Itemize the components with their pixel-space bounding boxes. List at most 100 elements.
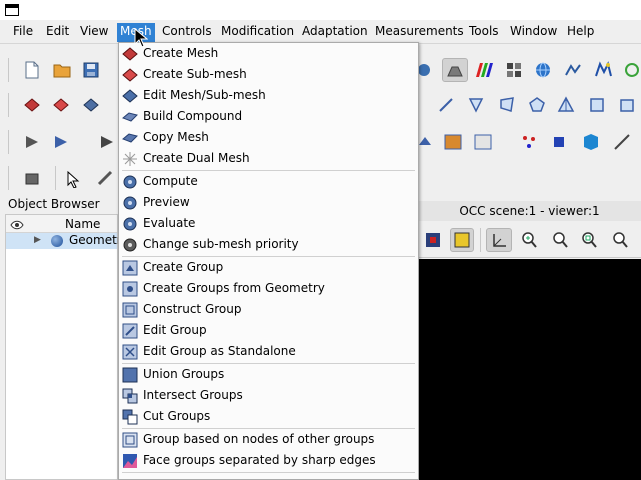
menu-item-preview[interactable]: Preview: [119, 192, 418, 213]
create-submesh-icon: [122, 67, 138, 83]
tree-row[interactable]: ▶ Geometr: [6, 233, 122, 249]
group-nodes-icon: [122, 432, 138, 448]
menu-tools[interactable]: Tools: [466, 23, 502, 42]
tree-item-label: Geometr: [69, 233, 122, 247]
new-file-icon[interactable]: [21, 59, 43, 81]
dump-view-icon[interactable]: [422, 229, 444, 251]
menu-item-build-compound[interactable]: Build Compound: [119, 106, 418, 127]
union-groups-icon: [122, 367, 138, 383]
menu-item-submesh-priority[interactable]: Change sub-mesh priority: [119, 234, 418, 255]
zoom-tool-icon[interactable]: [609, 229, 631, 251]
shaper-module-icon[interactable]: [592, 59, 614, 81]
refresh-module-icon[interactable]: [621, 59, 641, 81]
color-bars-icon[interactable]: [473, 59, 495, 81]
eye-icon[interactable]: [10, 219, 24, 233]
tetra-tool-icon[interactable]: [555, 94, 577, 116]
polygon-tool-icon[interactable]: [526, 94, 548, 116]
globe-icon[interactable]: [532, 59, 554, 81]
prism-tool-icon[interactable]: [616, 94, 638, 116]
small-cube-tool-icon[interactable]: [548, 131, 570, 153]
axes-icon[interactable]: [486, 228, 512, 252]
menu-help[interactable]: Help: [564, 23, 597, 42]
viewer-toolbar: [418, 222, 641, 258]
menu-item-group-nodes[interactable]: Group based on nodes of other groups: [119, 429, 418, 450]
active-module-icon[interactable]: [442, 58, 468, 82]
mesh-module-icon[interactable]: [562, 59, 584, 81]
rotate-tool-icon[interactable]: [94, 167, 116, 189]
zoom-fit-icon[interactable]: [549, 229, 571, 251]
build-compound-icon: [122, 109, 138, 125]
triangle-tool-icon[interactable]: [465, 94, 487, 116]
menu-item-groups-from-geometry[interactable]: Create Groups from Geometry: [119, 278, 418, 299]
dual-mesh-icon: [122, 151, 138, 167]
menu-controls[interactable]: Controls: [159, 23, 215, 42]
cut-groups-icon: [122, 409, 138, 425]
menu-item-union-groups[interactable]: Union Groups: [119, 364, 418, 385]
menu-separator: [122, 472, 415, 473]
object-browser-panel: Name ▶ Geometr: [5, 214, 122, 480]
menu-item-evaluate[interactable]: Evaluate: [119, 213, 418, 234]
menu-item-create-mesh[interactable]: Create Mesh: [119, 43, 418, 64]
menu-file[interactable]: File: [10, 23, 36, 42]
brick-tool-icon-1[interactable]: [442, 131, 464, 153]
control-tool-icon-3[interactable]: [96, 131, 118, 153]
menu-item-cut-groups[interactable]: Cut Groups: [119, 406, 418, 427]
mesh-tool-icon-2[interactable]: [50, 94, 72, 116]
menu-item-edit-group-standalone[interactable]: Edit Group as Standalone: [119, 341, 418, 362]
object-browser-header: Name: [6, 215, 117, 233]
edit-group-icon: [122, 323, 138, 339]
menu-view[interactable]: View: [77, 23, 111, 42]
menu-item-edit-group[interactable]: Edit Group: [119, 320, 418, 341]
cube-tool-icon[interactable]: [578, 129, 604, 155]
expand-arrow-icon[interactable]: ▶: [34, 235, 41, 245]
scatter-tool-icon[interactable]: [518, 131, 540, 153]
submesh-priority-icon: [122, 237, 138, 253]
copy-mesh-icon: [122, 130, 138, 146]
transform-tool-icon[interactable]: [21, 167, 43, 189]
menu-item-compute[interactable]: Compute: [119, 171, 418, 192]
preview-icon: [122, 195, 138, 211]
menu-item-construct-group[interactable]: Construct Group: [119, 299, 418, 320]
title-bar: [0, 0, 641, 20]
menu-item-dual-mesh[interactable]: Create Dual Mesh: [119, 148, 418, 169]
groups-from-geometry-icon: [122, 281, 138, 297]
viewer-title: OCC scene:1 - viewer:1: [418, 201, 641, 221]
mesh-menu-dropdown: Create Mesh Create Sub-mesh Edit Mesh/Su…: [118, 42, 419, 480]
edge-tool-icon[interactable]: [435, 94, 457, 116]
slice-tool-icon[interactable]: [612, 131, 634, 153]
window-icon[interactable]: [5, 4, 19, 16]
menu-window[interactable]: Window: [507, 23, 560, 42]
mesh-tool-icon-3[interactable]: [80, 94, 102, 116]
save-icon[interactable]: [80, 59, 102, 81]
mesh-tool-icon-1[interactable]: [21, 94, 43, 116]
menu-adaptation[interactable]: Adaptation: [299, 23, 371, 42]
column-header-name[interactable]: Name: [65, 217, 100, 231]
zoom-area-icon[interactable]: [578, 229, 600, 251]
viewer-canvas[interactable]: [418, 259, 641, 480]
xyz-pointer-icon[interactable]: [63, 167, 85, 189]
mouse-cursor-icon: [134, 27, 149, 51]
menu-item-face-groups[interactable]: Face groups separated by sharp edges: [119, 450, 418, 471]
zoom-in-icon[interactable]: [518, 229, 540, 251]
object-browser-title: Object Browser: [0, 195, 118, 213]
select-view-icon[interactable]: [450, 228, 474, 252]
menu-item-create-group[interactable]: Create Group: [119, 257, 418, 278]
menu-item-create-submesh[interactable]: Create Sub-mesh: [119, 64, 418, 85]
menu-item-intersect-groups[interactable]: Intersect Groups: [119, 385, 418, 406]
menu-modification[interactable]: Modification: [218, 23, 297, 42]
brick-tool-icon-2[interactable]: [472, 131, 494, 153]
geometry-icon: [51, 235, 63, 247]
quad-tool-icon[interactable]: [496, 94, 518, 116]
control-tool-icon-1[interactable]: [21, 131, 43, 153]
open-folder-icon[interactable]: [51, 59, 73, 81]
menu-item-copy-mesh[interactable]: Copy Mesh: [119, 127, 418, 148]
menu-edit[interactable]: Edit: [43, 23, 72, 42]
menu-measurements[interactable]: Measurements: [372, 23, 467, 42]
hexa-tool-icon[interactable]: [586, 94, 608, 116]
menu-item-edit-mesh[interactable]: Edit Mesh/Sub-mesh: [119, 85, 418, 106]
edit-mesh-icon: [122, 88, 138, 104]
evaluate-icon: [122, 216, 138, 232]
intersect-groups-icon: [122, 388, 138, 404]
grid-module-icon[interactable]: [503, 59, 525, 81]
control-tool-icon-2[interactable]: [50, 131, 72, 153]
